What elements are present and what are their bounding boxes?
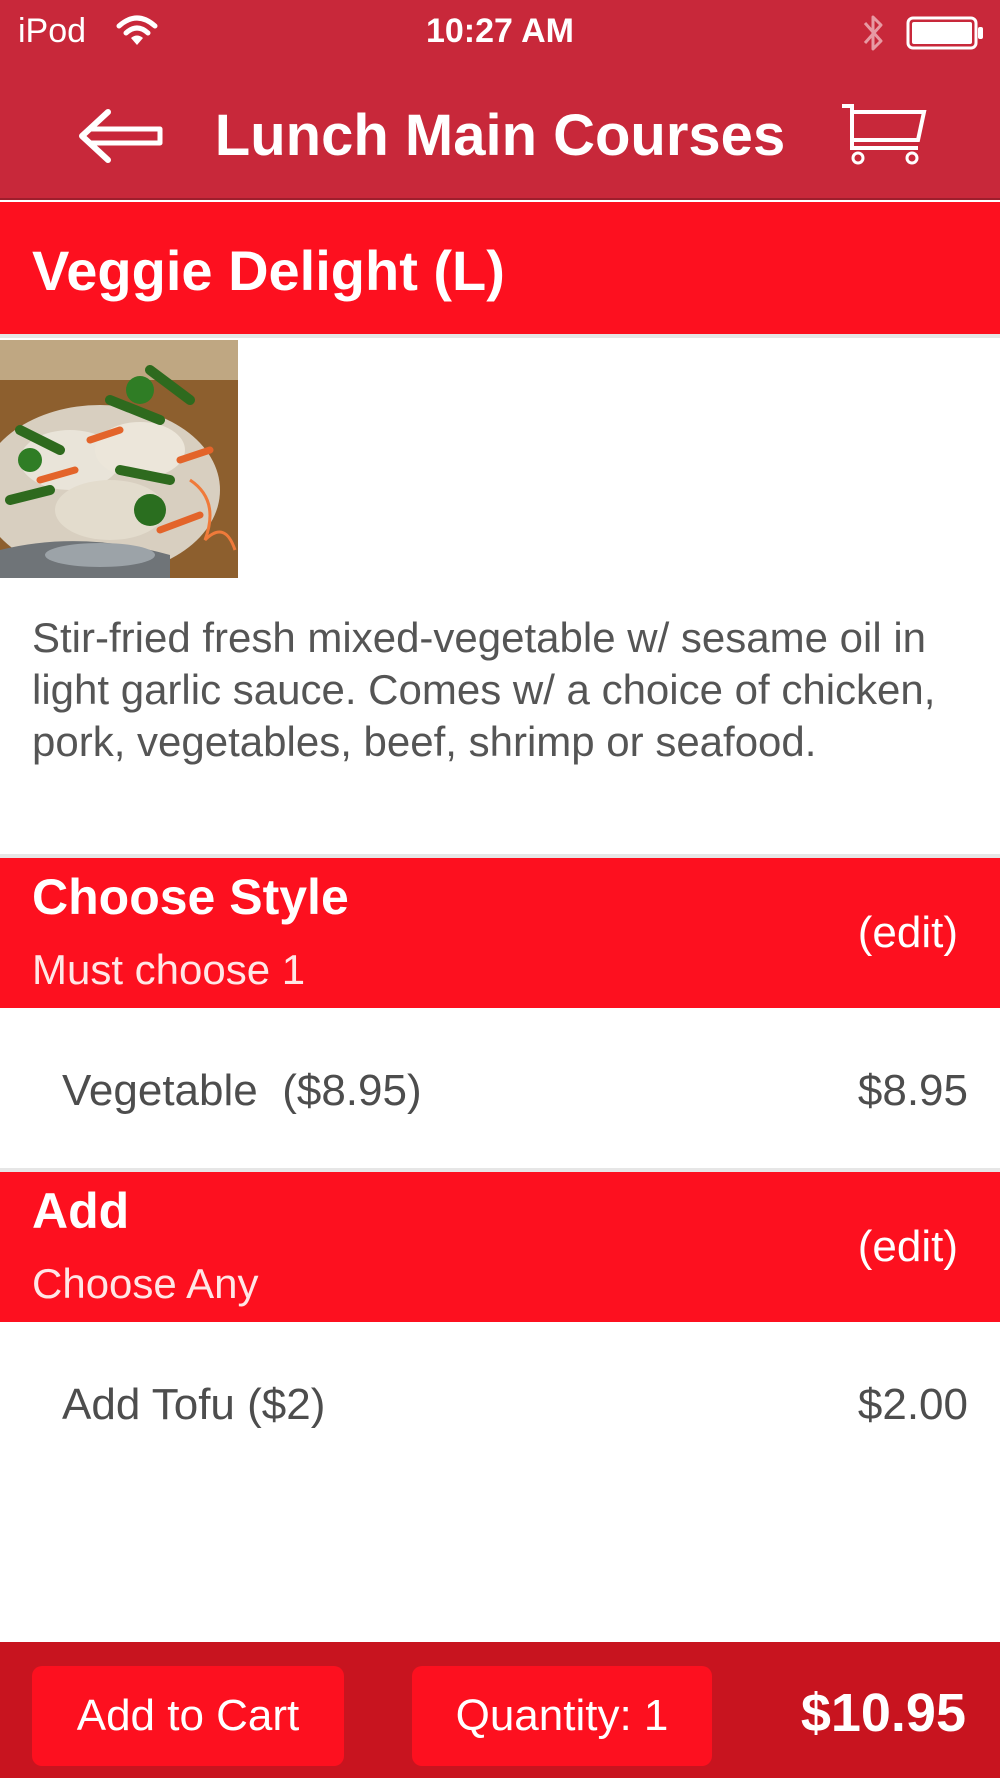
bluetooth-icon	[863, 15, 883, 51]
section-header-choose-style: Choose Style Must choose 1 (edit)	[0, 858, 1000, 1008]
section-subtitle: Must choose 1	[32, 946, 306, 993]
section-header-add: Add Choose Any (edit)	[0, 1172, 1000, 1322]
section-title: Choose Style	[32, 869, 349, 925]
top-bar: iPod 10:27 AM Lunch Main Courses	[0, 0, 1000, 200]
option-label: Vegetable ($8.95)	[62, 1066, 422, 1115]
option-price: $8.95	[857, 1066, 968, 1115]
item-title-bar: Veggie Delight (L)	[0, 202, 1000, 334]
bottom-bar: Add to Cart Quantity: 1 $10.95	[0, 1642, 1000, 1778]
add-to-cart-button[interactable]: Add to Cart	[32, 1666, 344, 1766]
edit-add-button[interactable]: (edit)	[858, 1222, 958, 1272]
item-title: Veggie Delight (L)	[32, 239, 505, 302]
option-row-add-tofu[interactable]: Add Tofu ($2) $2.00	[0, 1322, 1000, 1482]
option-row-vegetable[interactable]: Vegetable ($8.95) $8.95	[0, 1008, 1000, 1168]
cart-icon[interactable]	[838, 96, 928, 168]
food-photo	[0, 340, 238, 578]
status-time: 10:27 AM	[425, 12, 575, 50]
section-subtitle: Choose Any	[32, 1260, 259, 1307]
item-description: Stir-fried fresh mixed-vegetable w/ sesa…	[32, 614, 936, 765]
battery-icon	[906, 16, 983, 50]
section-title: Add	[32, 1183, 130, 1239]
option-label: Add Tofu ($2)	[62, 1380, 326, 1429]
edit-style-button[interactable]: (edit)	[858, 908, 958, 958]
total-price: $10.95	[800, 1683, 966, 1743]
divider	[0, 334, 1000, 338]
option-price: $2.00	[857, 1380, 968, 1429]
quantity-button[interactable]: Quantity: 1	[412, 1666, 712, 1766]
